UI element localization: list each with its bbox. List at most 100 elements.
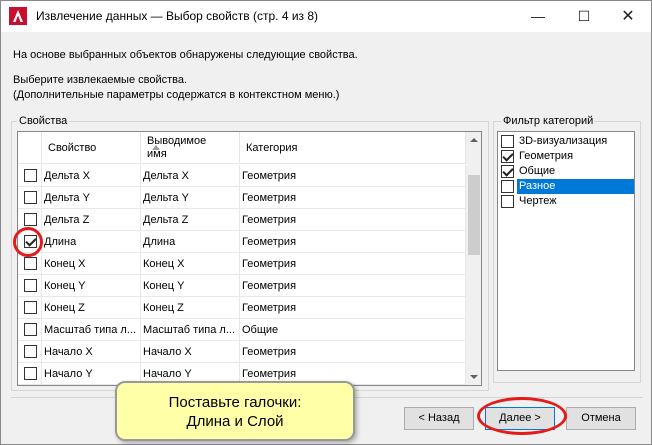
filter-label: Разное: [517, 179, 634, 194]
highlight-circle-next: [477, 397, 567, 435]
header-property[interactable]: Свойство: [42, 132, 160, 164]
header-display-name[interactable]: Выводимое имя: [141, 132, 240, 164]
filter-label: 3D-визуализация: [519, 135, 608, 147]
table-row[interactable]: Конец Z Конец Z Геометрия: [18, 297, 466, 319]
table-row[interactable]: Дельта Z Дельта Z Геометрия: [18, 209, 466, 231]
category: Геометрия: [240, 253, 466, 275]
filter-checkbox[interactable]: [501, 180, 514, 193]
display-name[interactable]: Конец Y: [141, 275, 240, 297]
instruction-callout: Поставьте галочки: Длина и Слой: [115, 381, 355, 441]
row-checkbox[interactable]: [24, 345, 37, 358]
info-text: На основе выбранных объектов обнаружены …: [13, 49, 358, 61]
property-name: Длина: [42, 231, 141, 253]
hint-text: (Дополнительные параметры содержатся в к…: [13, 89, 340, 101]
category: Геометрия: [240, 341, 466, 363]
row-checkbox-cell: [18, 363, 42, 385]
scroll-thumb[interactable]: [468, 175, 480, 255]
properties-list[interactable]: Свойство Выводимое имя Категория Дельта …: [17, 131, 482, 386]
display-name[interactable]: Конец Z: [141, 297, 240, 319]
display-name[interactable]: Дельта X: [141, 165, 240, 187]
vertical-scrollbar[interactable]: [466, 132, 481, 385]
header-checkbox-column: [18, 132, 42, 164]
display-name[interactable]: Длина: [141, 231, 240, 253]
property-name: Дельта Z: [42, 209, 141, 231]
display-name[interactable]: Конец X: [141, 253, 240, 275]
highlight-circle-checkbox: [13, 227, 43, 257]
row-checkbox-cell: [18, 187, 42, 209]
row-checkbox-cell: [18, 275, 42, 297]
list-header: Свойство Выводимое имя Категория: [18, 132, 466, 164]
row-checkbox[interactable]: [24, 279, 37, 292]
filter-checkbox[interactable]: [501, 135, 514, 148]
header-category[interactable]: Категория: [240, 132, 466, 164]
filter-item[interactable]: Общие: [500, 164, 634, 179]
minimize-button[interactable]: —: [515, 1, 561, 32]
property-name: Конец Y: [42, 275, 141, 297]
display-name[interactable]: Масштаб типа л...: [141, 319, 240, 341]
category: Геометрия: [240, 297, 466, 319]
filter-item[interactable]: 3D-визуализация: [500, 134, 634, 149]
category-filter-list[interactable]: 3D-визуализация Геометрия Общие Разное Черте…: [497, 131, 635, 371]
row-checkbox[interactable]: [24, 213, 37, 226]
display-name[interactable]: Начало X: [141, 341, 240, 363]
header-property-label: Свойство: [48, 142, 97, 154]
filter-item[interactable]: Разное: [500, 179, 634, 194]
row-checkbox[interactable]: [24, 257, 37, 270]
filter-checkbox[interactable]: [501, 195, 514, 208]
header-display-name-label: Выводимое имя: [147, 135, 207, 160]
instruction-text: Выберите извлекаемые свойства.: [13, 74, 188, 86]
property-name: Конец Z: [42, 297, 141, 319]
row-checkbox[interactable]: [24, 301, 37, 314]
cancel-button[interactable]: Отмена: [566, 407, 636, 430]
property-name: Конец X: [42, 253, 141, 275]
title-bar: Извлечение данных — Выбор свойств (стр. …: [1, 1, 651, 32]
filter-checkbox[interactable]: [501, 150, 514, 163]
table-row[interactable]: Начало X Начало X Геометрия: [18, 341, 466, 363]
filter-checkbox[interactable]: [501, 165, 514, 178]
scroll-down-arrow-icon[interactable]: [466, 368, 481, 385]
category: Геометрия: [240, 209, 466, 231]
property-name: Дельта Y: [42, 187, 141, 209]
property-name: Дельта X: [42, 165, 141, 187]
table-row[interactable]: Длина Длина Геометрия: [18, 231, 466, 253]
dialog-window: Извлечение данных — Выбор свойств (стр. …: [0, 0, 652, 445]
callout-line-1: Поставьте галочки:: [168, 394, 302, 411]
display-name[interactable]: Дельта Y: [141, 187, 240, 209]
category-filter-label: Фильтр категорий: [501, 115, 596, 127]
row-checkbox[interactable]: [24, 367, 37, 380]
close-button[interactable]: ✕: [605, 1, 651, 32]
category: Геометрия: [240, 187, 466, 209]
table-row[interactable]: Конец X Конец X Геометрия: [18, 253, 466, 275]
table-row[interactable]: Конец Y Конец Y Геометрия: [18, 275, 466, 297]
table-row[interactable]: Дельта X Дельта X Геометрия: [18, 165, 466, 187]
row-checkbox-cell: [18, 165, 42, 187]
callout-line-2: Длина и Слой: [186, 413, 284, 430]
filter-label: Чертеж: [519, 195, 557, 207]
properties-group-label: Свойства: [17, 115, 70, 127]
category: Геометрия: [240, 231, 466, 253]
maximize-button[interactable]: ☐: [561, 1, 607, 32]
table-row[interactable]: Масштаб типа л... Масштаб типа л... Общие: [18, 319, 466, 341]
autocad-logo-icon: [9, 7, 27, 25]
filter-label: Геометрия: [519, 150, 574, 162]
row-checkbox-cell: [18, 319, 42, 341]
category: Геометрия: [240, 165, 466, 187]
table-row[interactable]: Дельта Y Дельта Y Геометрия: [18, 187, 466, 209]
category: Геометрия: [240, 275, 466, 297]
row-checkbox-cell: [18, 341, 42, 363]
filter-item[interactable]: Геометрия: [500, 149, 634, 164]
property-name: Начало X: [42, 341, 141, 363]
property-name: Масштаб типа л...: [42, 319, 141, 341]
row-checkbox[interactable]: [24, 323, 37, 336]
category: Общие: [240, 319, 466, 341]
row-checkbox[interactable]: [24, 169, 37, 182]
row-checkbox[interactable]: [24, 191, 37, 204]
row-checkbox-cell: [18, 297, 42, 319]
filter-item[interactable]: Чертеж: [500, 194, 634, 209]
back-button[interactable]: < Назад: [404, 407, 474, 430]
scroll-up-arrow-icon[interactable]: [466, 132, 481, 149]
header-category-label: Категория: [246, 142, 298, 154]
window-title: Извлечение данных — Выбор свойств (стр. …: [36, 9, 319, 23]
filter-label: Общие: [519, 165, 556, 177]
display-name[interactable]: Дельта Z: [141, 209, 240, 231]
